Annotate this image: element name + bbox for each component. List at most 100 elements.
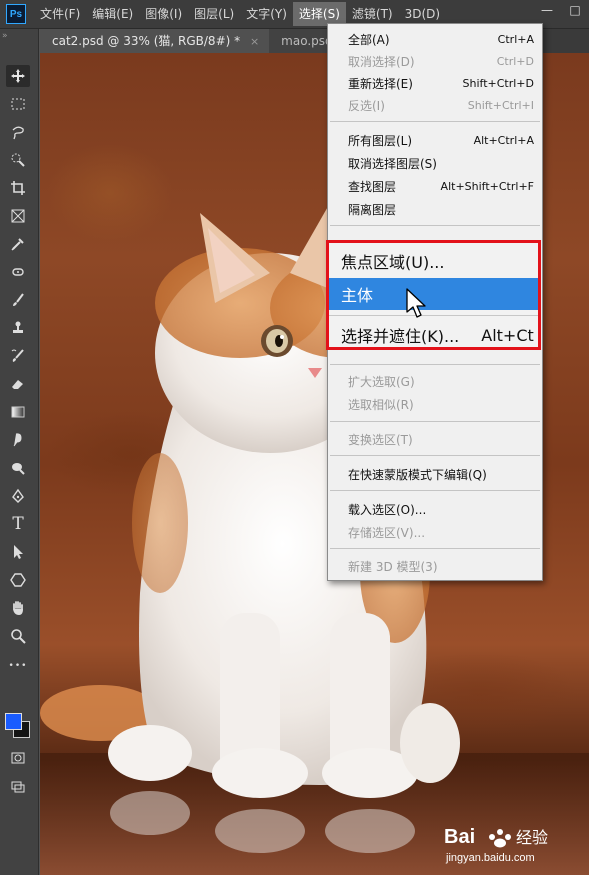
menu-item-label: 新建 3D 模型(3) <box>348 559 438 574</box>
menu-item-save-selection[interactable]: 存储选区(V)... <box>328 521 542 543</box>
menu-item-deselect-layers[interactable]: 取消选择图层(S) <box>328 152 542 174</box>
history-brush-icon[interactable] <box>6 345 30 367</box>
menu-item-subject[interactable]: 主体 <box>329 278 538 310</box>
menu-type[interactable]: 文字(Y) <box>240 2 293 26</box>
menu-item-label: 载入选区(O)... <box>348 502 427 517</box>
quick-mask-icon[interactable] <box>6 747 30 769</box>
menu-layer[interactable]: 图层(L) <box>188 2 240 26</box>
tab-label: mao.psd <box>281 34 333 48</box>
menu-item-label: 焦点区域(U)... <box>341 253 445 272</box>
menu-item-label: 反选(I) <box>348 98 385 113</box>
menu-item-shortcut: Shift+Ctrl+I <box>467 98 534 112</box>
menu-item-inverse[interactable]: 反选(I) Shift+Ctrl+I <box>328 94 542 116</box>
menu-item-label: 存储选区(V)... <box>348 525 426 540</box>
photoshop-logo: Ps <box>6 4 26 24</box>
restore-button[interactable]: □ <box>561 0 589 22</box>
menu-item-shortcut: Shift+Ctrl+D <box>462 76 534 90</box>
menu-item-shortcut: Alt+Shift+Ctrl+F <box>440 179 534 193</box>
menu-item-grow[interactable]: 扩大选取(G) <box>328 370 542 392</box>
eyedropper-icon[interactable] <box>6 233 30 255</box>
menu-item-label: 选择并遮住(K)... <box>341 327 460 346</box>
zoom-icon[interactable] <box>6 625 30 647</box>
move-icon[interactable] <box>6 65 30 87</box>
menu-item-all-layers[interactable]: 所有图层(L) Alt+Ctrl+A <box>328 129 542 151</box>
blur-icon[interactable] <box>6 429 30 451</box>
menu-item-label: 全部(A) <box>348 32 390 47</box>
frame-icon[interactable] <box>6 205 30 227</box>
menu-separator <box>329 315 538 316</box>
window-controls: — □ <box>533 0 589 22</box>
highlight-callout: 焦点区域(U)... 主体 选择并遮住(K)... Alt+Ct <box>326 240 541 350</box>
menu-item-label: 取消选择图层(S) <box>348 156 437 171</box>
menu-separator <box>330 548 540 549</box>
clone-stamp-icon[interactable] <box>6 317 30 339</box>
menu-file[interactable]: 文件(F) <box>34 2 86 26</box>
menu-item-select-and-mask[interactable]: 选择并遮住(K)... Alt+Ct <box>329 319 538 347</box>
menu-item-label: 扩大选取(G) <box>348 374 415 389</box>
menu-item-label: 查找图层 <box>348 179 397 194</box>
menu-item-label: 变换选区(T) <box>348 432 413 447</box>
menu-separator <box>330 490 540 491</box>
shape-icon[interactable] <box>6 569 30 591</box>
menu-item-transform-selection[interactable]: 变换选区(T) <box>328 428 542 450</box>
menu-separator <box>330 455 540 456</box>
eraser-icon[interactable] <box>6 373 30 395</box>
menu-item-find-layers[interactable]: 查找图层 Alt+Shift+Ctrl+F <box>328 175 542 197</box>
minimize-button[interactable]: — <box>533 0 561 22</box>
menu-item-shortcut: Alt+Ct <box>481 325 534 345</box>
lasso-icon[interactable] <box>6 121 30 143</box>
quick-selection-icon[interactable] <box>6 149 30 171</box>
menu-item-load-selection[interactable]: 载入选区(O)... <box>328 498 542 520</box>
collapse-panel-icon[interactable]: » <box>2 31 7 41</box>
tab-cat2[interactable]: cat2.psd @ 33% (猫, RGB/8#) * × <box>40 29 270 53</box>
gradient-icon[interactable] <box>6 401 30 423</box>
menu-item-similar[interactable]: 选取相似(R) <box>328 393 542 415</box>
type-icon[interactable]: T <box>6 513 30 535</box>
menu-item-reselect[interactable]: 重新选择(E) Shift+Ctrl+D <box>328 72 542 94</box>
marquee-icon[interactable] <box>6 93 30 115</box>
path-selection-icon[interactable] <box>6 541 30 563</box>
menu-item-label: 重新选择(E) <box>348 76 413 91</box>
tab-label: cat2.psd @ 33% (猫, RGB/8#) * <box>52 34 241 48</box>
baidu-jingyan-watermark: Bai 经验 jingyan.baidu.com <box>444 826 548 864</box>
type-tool-glyph: T <box>12 514 24 534</box>
foreground-color-swatch[interactable] <box>5 713 22 730</box>
more-tools-glyph: ••• <box>8 661 28 671</box>
watermark-brand-suffix: 经验 <box>516 828 548 847</box>
tools-panel: » T ••• <box>0 29 39 875</box>
watermark-url: jingyan.baidu.com <box>445 852 535 864</box>
menu-item-shortcut: Ctrl+D <box>496 54 534 68</box>
menu-item-quick-mask[interactable]: 在快速蒙版模式下编辑(Q) <box>328 463 542 485</box>
hand-icon[interactable] <box>6 597 30 619</box>
menu-item-label: 取消选择(D) <box>348 54 415 69</box>
menu-item-deselect[interactable]: 取消选择(D) Ctrl+D <box>328 50 542 72</box>
more-tools-icon[interactable]: ••• <box>6 655 30 677</box>
menu-item-label: 隔离图层 <box>348 202 397 217</box>
menu-item-shortcut: Ctrl+A <box>497 32 534 46</box>
menu-item-new-3d-model[interactable]: 新建 3D 模型(3) <box>328 555 542 577</box>
menu-edit[interactable]: 编辑(E) <box>86 2 139 26</box>
menu-item-label: 主体 <box>341 286 374 305</box>
dodge-icon[interactable] <box>6 457 30 479</box>
menu-separator <box>330 421 540 422</box>
menu-item-label: 选取相似(R) <box>348 397 414 412</box>
pen-icon[interactable] <box>6 485 30 507</box>
menu-image[interactable]: 图像(I) <box>139 2 188 26</box>
crop-icon[interactable] <box>6 177 30 199</box>
menu-item-shortcut: Alt+Ctrl+A <box>473 133 534 147</box>
mouse-pointer-icon <box>406 288 426 318</box>
screen-mode-icon[interactable] <box>6 775 30 797</box>
watermark-brand: Bai <box>444 826 475 848</box>
menu-item-label: 所有图层(L) <box>348 133 413 148</box>
menu-separator <box>330 364 540 365</box>
brush-icon[interactable] <box>6 289 30 311</box>
menu-item-isolate-layers[interactable]: 隔离图层 <box>328 198 542 220</box>
paw-logo-icon <box>489 829 511 848</box>
menu-item-all[interactable]: 全部(A) Ctrl+A <box>328 28 542 50</box>
tab-close-icon[interactable]: × <box>250 35 259 48</box>
menu-item-label: 在快速蒙版模式下编辑(Q) <box>348 467 487 482</box>
menu-separator <box>330 121 540 122</box>
menu-item-focus-area[interactable]: 焦点区域(U)... <box>329 245 538 277</box>
healing-brush-icon[interactable] <box>6 261 30 283</box>
menu-separator <box>330 225 540 226</box>
